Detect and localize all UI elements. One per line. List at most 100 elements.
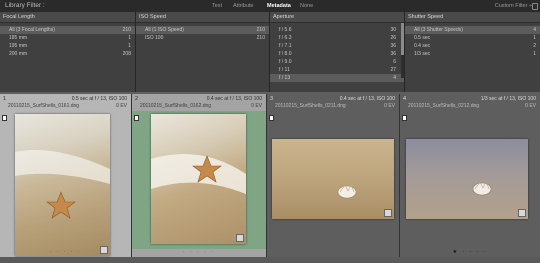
column-header-label: Focal Length bbox=[3, 14, 35, 20]
exposure-info: 0.4 sec at f / 13, ISO 100 bbox=[339, 96, 395, 102]
photo-thumbnail[interactable] bbox=[272, 139, 394, 219]
list-item[interactable]: f / 11 27 bbox=[270, 66, 404, 74]
cell-index: 3 bbox=[270, 96, 274, 102]
exposure-info: 0.5 sec at f / 13, ISO 100 bbox=[71, 96, 127, 102]
list-item[interactable]: All (3 Shutter Speeds) 4 bbox=[405, 26, 540, 34]
thumbnail-cell[interactable]: 4 1/3 sec at f / 13, ISO 100 20110215_Su… bbox=[400, 94, 540, 257]
flag-icon[interactable] bbox=[134, 115, 139, 121]
list-item[interactable]: All (3 Focal Lengths) 210 bbox=[0, 26, 135, 34]
list-item-label: f / 9.0 bbox=[279, 59, 292, 65]
list-item-count: 6 bbox=[393, 59, 396, 65]
exposure-info: 0.4 sec at f / 13, ISO 100 bbox=[206, 96, 262, 102]
list-item-label: ISO 100 bbox=[145, 35, 164, 41]
column-header[interactable]: Shutter Speed bbox=[405, 12, 540, 23]
flag-icon[interactable] bbox=[2, 115, 7, 121]
list-item[interactable]: f / 7.1 36 bbox=[270, 42, 404, 50]
exposure-value: 0 EV bbox=[384, 103, 395, 109]
library-filter-title: Library Filter : bbox=[5, 2, 45, 9]
photo-thumbnail[interactable] bbox=[151, 114, 246, 244]
filter-attribute-button[interactable]: Attribute bbox=[233, 3, 253, 9]
list-item[interactable]: f / 8.0 36 bbox=[270, 50, 404, 58]
lock-icon[interactable] bbox=[532, 3, 538, 10]
list-item-count: 1 bbox=[128, 35, 131, 41]
list-item[interactable]: 0.5 sec 1 bbox=[405, 34, 540, 42]
column-header-label: Aperture bbox=[273, 14, 295, 20]
list-item-label: f / 13 bbox=[279, 75, 291, 81]
list-item-label: 1/3 sec bbox=[414, 51, 431, 57]
list-item[interactable]: All (1 ISO Speed) 210 bbox=[136, 26, 269, 34]
file-name: 20110215_SurfShells_0212.dng bbox=[408, 103, 480, 109]
starfish-icon bbox=[151, 154, 246, 194]
edit-badge-icon bbox=[384, 209, 392, 217]
iso-speed-column: ISO Speed All (1 ISO Speed) 210 ISO 100 21… bbox=[136, 12, 270, 92]
flag-icon[interactable] bbox=[269, 115, 274, 121]
exposure-value: 0 EV bbox=[251, 103, 262, 109]
list-item[interactable]: f / 9.0 6 bbox=[270, 58, 404, 66]
list-item-label: f / 5.6 bbox=[279, 27, 292, 33]
filter-text-button[interactable]: Text bbox=[212, 3, 222, 9]
list-item-count: 4 bbox=[533, 27, 536, 33]
library-filter-bar: Library Filter : Text Attribute Metadata… bbox=[0, 0, 540, 12]
column-header[interactable]: Focal Length bbox=[0, 12, 135, 23]
list-item[interactable]: 195 mm 1 bbox=[0, 42, 135, 50]
flag-icon[interactable] bbox=[402, 115, 407, 121]
filter-metadata-button[interactable]: Metadata bbox=[267, 3, 291, 9]
column-header[interactable]: Aperture bbox=[270, 12, 404, 23]
file-name: 20110215_SurfShells_0162.dng bbox=[140, 103, 212, 109]
shutter-speed-column: Shutter Speed All (3 Shutter Speeds) 4 0.… bbox=[405, 12, 540, 92]
list-item-count: 27 bbox=[390, 67, 396, 73]
list-item-count: 4 bbox=[393, 75, 396, 81]
rating-stars[interactable]: · · · · · bbox=[267, 249, 399, 257]
edit-badge-icon bbox=[236, 234, 244, 242]
photo-thumbnail[interactable] bbox=[15, 114, 110, 256]
list-item[interactable]: ISO 100 210 bbox=[136, 34, 269, 42]
thumbnail-cell[interactable]: 1 0.5 sec at f / 13, ISO 100 20110215_Su… bbox=[0, 94, 132, 257]
list-item[interactable]: f / 5.6 30 bbox=[270, 26, 404, 34]
list-item-count: 1 bbox=[533, 51, 536, 57]
list-item[interactable]: 200 mm 208 bbox=[0, 50, 135, 58]
list-item-count: 210 bbox=[256, 27, 265, 33]
list-item[interactable]: f / 13 4 bbox=[270, 74, 404, 82]
file-name: 20110215_SurfShells_0211.dng bbox=[275, 103, 346, 109]
list-item-count: 36 bbox=[390, 43, 396, 49]
aperture-scrollbar[interactable] bbox=[401, 23, 404, 78]
list-item-label: 195 mm bbox=[9, 43, 28, 49]
list-item[interactable]: f / 6.3 26 bbox=[270, 34, 404, 42]
list-item-count: 210 bbox=[122, 27, 131, 33]
list-item-count: 30 bbox=[390, 27, 396, 33]
focal-length-column: Focal Length All (3 Focal Lengths) 210 18… bbox=[0, 12, 136, 92]
list-item[interactable]: 0.4 sec 2 bbox=[405, 42, 540, 50]
list-item-count: 1 bbox=[533, 35, 536, 41]
rating-stars[interactable]: · · · · · bbox=[132, 249, 266, 257]
list-item-label: 200 mm bbox=[9, 51, 28, 57]
list-item-label: f / 8.0 bbox=[279, 51, 292, 57]
list-item-label: f / 7.1 bbox=[279, 43, 292, 49]
edit-badge-icon bbox=[518, 209, 526, 217]
list-item-label: 185 mm bbox=[9, 35, 28, 41]
rating-stars[interactable]: ★ · · · · bbox=[400, 249, 540, 257]
column-header[interactable]: ISO Speed bbox=[136, 12, 269, 23]
photo-thumbnail[interactable] bbox=[406, 139, 528, 219]
scrollbar-thumb[interactable] bbox=[401, 23, 404, 55]
list-item-count: 208 bbox=[122, 51, 131, 57]
thumbnail-cell-selected[interactable]: 2 0.4 sec at f / 13, ISO 100 20110215_Su… bbox=[132, 94, 267, 257]
aperture-column: Aperture f / 5.6 30 f / 6.3 26 f / 7.1 36 f… bbox=[270, 12, 405, 92]
list-item-label: All (1 ISO Speed) bbox=[145, 27, 184, 33]
column-header-label: ISO Speed bbox=[139, 14, 166, 20]
filter-none-button[interactable]: None bbox=[300, 3, 313, 9]
shell-icon bbox=[472, 181, 492, 196]
list-item[interactable]: 1/3 sec 1 bbox=[405, 50, 540, 58]
cell-index: 1 bbox=[3, 96, 7, 102]
list-item[interactable]: 185 mm 1 bbox=[0, 34, 135, 42]
list-item-label: f / 6.3 bbox=[279, 35, 292, 41]
rating-stars[interactable]: · · · · · bbox=[0, 249, 131, 257]
column-header-label: Shutter Speed bbox=[408, 14, 444, 20]
exposure-info: 1/3 sec at f / 13, ISO 100 bbox=[480, 96, 536, 102]
cell-index: 4 bbox=[403, 96, 407, 102]
starfish-icon bbox=[15, 150, 110, 219]
exposure-value: 0 EV bbox=[116, 103, 127, 109]
thumbnail-cell[interactable]: 3 0.4 sec at f / 13, ISO 100 20110215_Su… bbox=[267, 94, 400, 257]
shell-icon bbox=[337, 184, 357, 199]
file-name: 20110215_SurfShells_0161.dng bbox=[8, 103, 80, 109]
custom-filter-dropdown[interactable]: Custom Filter ÷ bbox=[495, 3, 532, 9]
